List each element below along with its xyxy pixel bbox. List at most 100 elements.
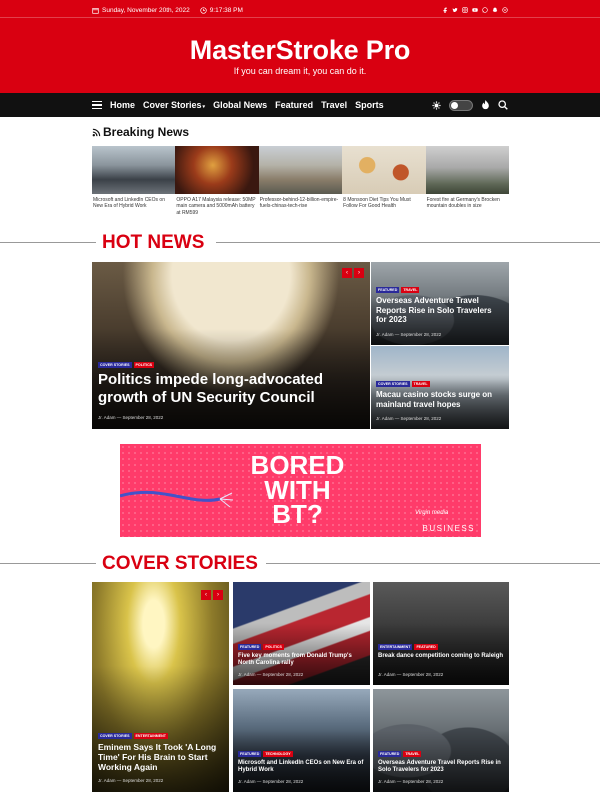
prev-arrow-icon[interactable]: ‹ <box>201 590 211 600</box>
article-title[interactable]: Politics impede long-advocated growth of… <box>98 371 366 407</box>
breaking-news-item[interactable]: 8 Monsoon Diet Tips You Must Follow For … <box>342 146 426 216</box>
cover-story-card[interactable]: ENTERTAINMENT FEATURED Break dance compe… <box>373 582 509 685</box>
article-author[interactable]: Jr. Adam <box>238 779 256 784</box>
news-thumbnail[interactable] <box>92 146 176 194</box>
category-tag[interactable]: FEATURED <box>238 751 262 757</box>
news-caption[interactable]: Professor-behind-12-billion-empire-fuels… <box>259 194 342 210</box>
image-overlay <box>373 689 509 792</box>
breaking-news-item[interactable]: Professor-behind-12-billion-empire-fuels… <box>258 146 343 216</box>
category-tag[interactable]: COVER STORIES <box>98 733 132 739</box>
breaking-news-title: Breaking News <box>103 125 190 139</box>
news-caption[interactable]: 8 Monsoon Diet Tips You Must Follow For … <box>342 194 425 210</box>
category-tag[interactable]: FEATURED <box>376 287 400 293</box>
youtube-icon[interactable] <box>472 7 478 13</box>
category-tag[interactable]: TRAVEL <box>403 751 422 757</box>
nav-item-travel[interactable]: Travel <box>321 100 347 110</box>
divider <box>0 242 96 243</box>
nav-item-home[interactable]: Home <box>110 100 135 110</box>
hamburger-menu-icon[interactable] <box>92 99 102 111</box>
wordpress-icon[interactable]: W <box>502 7 508 13</box>
news-caption[interactable]: Forest fire at Germany's Brocken mountai… <box>426 194 509 210</box>
category-tag[interactable]: FEATURED <box>414 644 438 650</box>
category-tag[interactable]: POLITICS <box>133 362 155 368</box>
article-author[interactable]: Jr. Adam <box>98 778 116 783</box>
cover-stories-section-header: COVER STORIES <box>0 553 600 575</box>
article-author[interactable]: Jr. Adam <box>378 672 396 677</box>
category-tag[interactable]: FEATURED <box>378 751 402 757</box>
news-thumbnail[interactable] <box>342 146 426 194</box>
gear-icon[interactable] <box>432 100 441 110</box>
image-overlay <box>233 689 370 792</box>
news-thumbnail[interactable] <box>425 146 509 194</box>
social-links: W <box>442 7 508 13</box>
article-title[interactable]: Overseas Adventure Travel Reports Rise i… <box>376 296 504 325</box>
tag-list: ENTERTAINMENT FEATURED <box>378 644 438 650</box>
facebook-icon[interactable] <box>442 7 448 13</box>
article-meta: Jr. Adam — September 28, 2022 <box>98 415 164 420</box>
cover-story-main-card[interactable]: ‹ › COVER STORIES ENTERTAINMENT Eminem S… <box>92 582 229 792</box>
news-thumbnail[interactable] <box>175 146 259 194</box>
twitter-icon[interactable] <box>452 7 458 13</box>
news-caption[interactable]: OPPO A17 Malaysia release: 50MP main cam… <box>175 194 258 216</box>
breaking-news-item[interactable]: OPPO A17 Malaysia release: 50MP main cam… <box>175 146 259 216</box>
category-tag[interactable]: ENTERTAINMENT <box>378 644 413 650</box>
article-meta: Jr. Adam — September 28, 2022 <box>98 778 164 783</box>
category-tag[interactable]: FEATURED <box>238 644 262 650</box>
hot-news-side-card[interactable]: FEATURED TRAVEL Overseas Adventure Trave… <box>371 262 509 345</box>
nav-item-sports[interactable]: Sports <box>355 100 384 110</box>
main-nav: Home Cover Stories▾ Global News Featured… <box>0 93 600 117</box>
article-author[interactable]: Jr. Adam <box>238 672 256 677</box>
dark-mode-toggle[interactable] <box>449 99 473 111</box>
article-title[interactable]: Five key moments from Donald Trump's Nor… <box>238 653 366 667</box>
cover-story-card[interactable]: FEATURED TECHNOLOGY Microsoft and Linked… <box>233 689 370 792</box>
site-title[interactable]: MasterStroke Pro <box>0 35 600 66</box>
category-tag[interactable]: TECHNOLOGY <box>263 751 293 757</box>
article-meta: Jr. Adam — September 28, 2022 <box>238 779 304 784</box>
whatsapp-icon[interactable] <box>482 7 488 13</box>
article-date: September 28, 2022 <box>122 415 164 420</box>
article-title[interactable]: Break dance competition coming to Raleig… <box>378 653 506 660</box>
chevron-down-icon: ▾ <box>202 104 206 110</box>
rss-icon <box>92 128 101 136</box>
breaking-news-item[interactable]: Forest fire at Germany's Brocken mountai… <box>425 146 509 216</box>
nav-item-featured[interactable]: Featured <box>275 100 313 110</box>
advertisement-banner[interactable]: BORED WITH BT? Virgin media BUSINESS <box>120 444 481 537</box>
next-arrow-icon[interactable]: › <box>213 590 223 600</box>
fire-icon[interactable] <box>481 100 490 110</box>
article-title[interactable]: Macau casino stocks surge on mainland tr… <box>376 390 504 409</box>
hot-news-main-card[interactable]: ‹ › COVER STORIES POLITICS Politics impe… <box>92 262 370 429</box>
article-title[interactable]: Overseas Adventure Travel Reports Rise i… <box>378 760 506 774</box>
cover-story-card[interactable]: FEATURED POLITICS Five key moments from … <box>233 582 370 685</box>
breaking-news-item[interactable]: Microsoft and LinkedIn CEOs on New Era o… <box>92 146 176 216</box>
nav-item-cover-stories[interactable]: Cover Stories▾ <box>143 100 205 110</box>
category-tag[interactable]: POLITICS <box>263 644 284 650</box>
news-caption[interactable]: Microsoft and LinkedIn CEOs on New Era o… <box>92 194 175 210</box>
article-meta: Jr. Adam — September 28, 2022 <box>238 672 304 677</box>
category-tag[interactable]: COVER STORIES <box>376 381 410 387</box>
article-author[interactable]: Jr. Adam <box>378 779 396 784</box>
article-author[interactable]: Jr. Adam <box>98 415 116 420</box>
nav-item-global-news[interactable]: Global News <box>213 100 267 110</box>
article-author[interactable]: Jr. Adam <box>376 416 394 421</box>
news-thumbnail[interactable] <box>258 146 343 194</box>
article-author[interactable]: Jr. Adam <box>376 332 394 337</box>
article-title[interactable]: Eminem Says It Took 'A Long Time' For Hi… <box>98 742 226 773</box>
site-header: Sunday, November 20th, 2022 9:17:38 PM W… <box>0 0 600 93</box>
article-title[interactable]: Microsoft and LinkedIn CEOs on New Era o… <box>238 760 366 774</box>
cover-story-card[interactable]: FEATURED TRAVEL Overseas Adventure Trave… <box>373 689 509 792</box>
category-tag[interactable]: TRAVEL <box>411 381 430 387</box>
ad-subtitle: BUSINESS <box>422 524 475 533</box>
tag-list: COVER STORIES ENTERTAINMENT <box>98 733 168 739</box>
tag-list: FEATURED TRAVEL <box>376 287 420 293</box>
category-tag[interactable]: TRAVEL <box>401 287 420 293</box>
prev-arrow-icon[interactable]: ‹ <box>342 268 352 278</box>
search-icon[interactable] <box>498 100 508 110</box>
snapchat-icon[interactable] <box>492 7 498 13</box>
ad-headline: BORED WITH BT? <box>250 450 345 530</box>
instagram-icon[interactable] <box>462 7 468 13</box>
next-arrow-icon[interactable]: › <box>354 268 364 278</box>
tag-list: FEATURED TECHNOLOGY <box>238 751 293 757</box>
hot-news-side-card[interactable]: COVER STORIES TRAVEL Macau casino stocks… <box>371 346 509 429</box>
category-tag[interactable]: ENTERTAINMENT <box>133 733 168 739</box>
category-tag[interactable]: COVER STORIES <box>98 362 132 368</box>
